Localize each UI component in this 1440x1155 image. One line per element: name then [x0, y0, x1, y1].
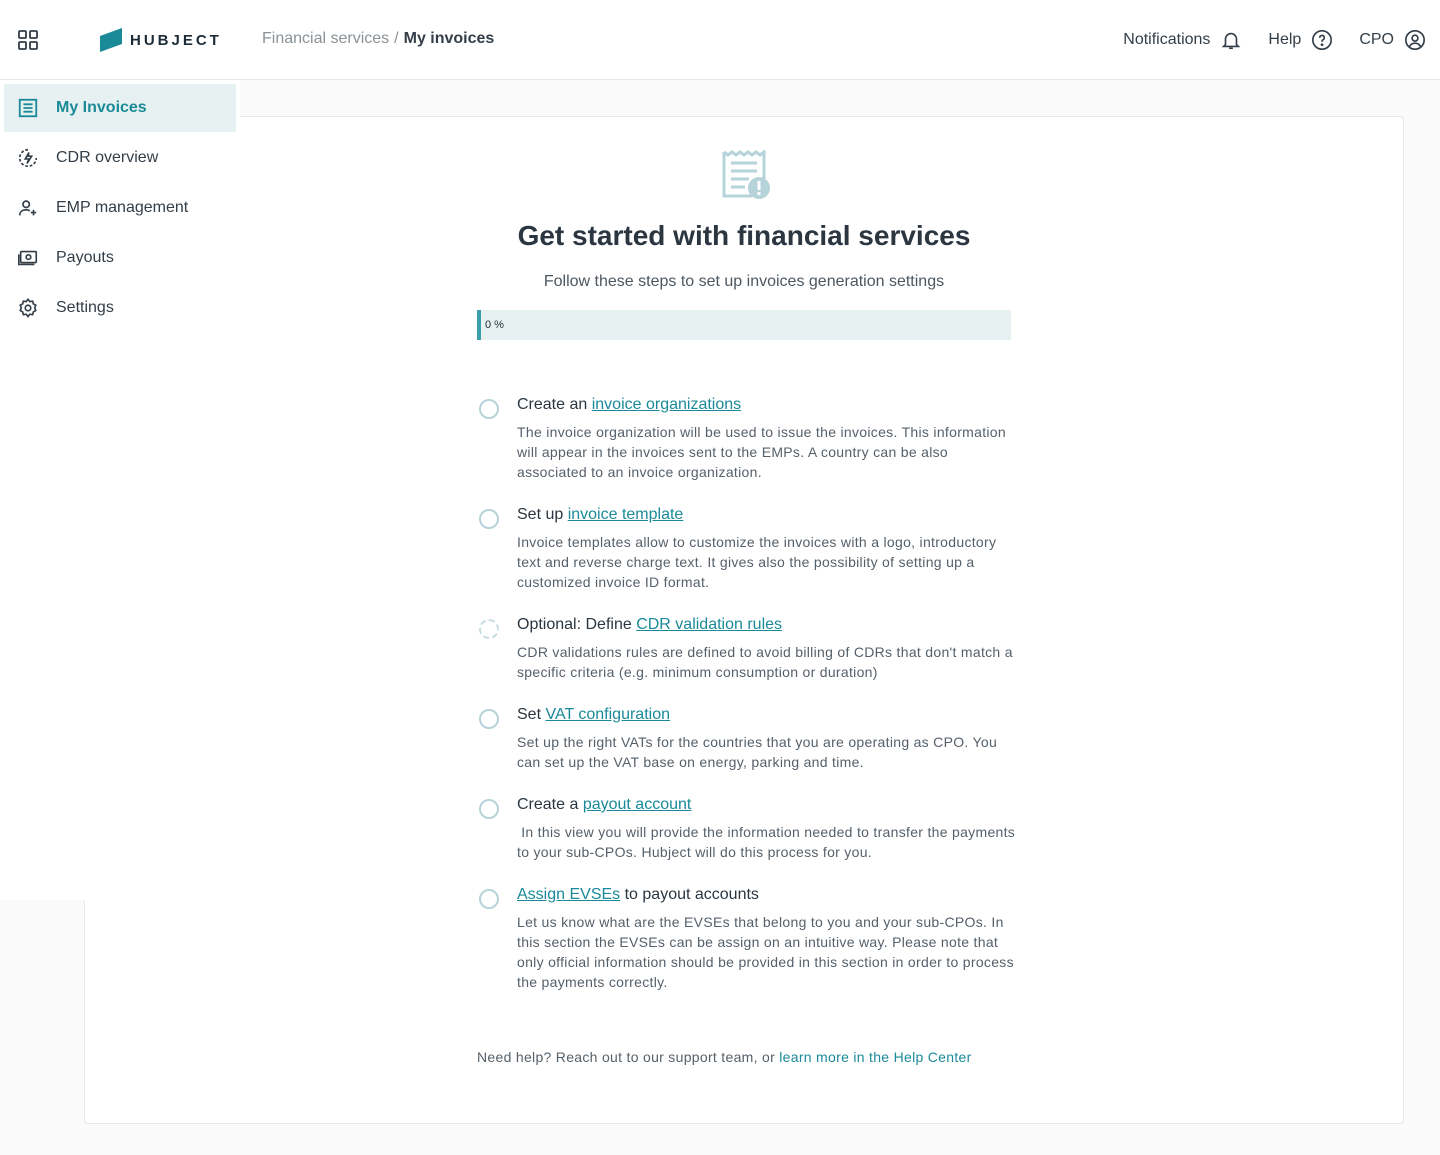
question-circle-icon	[1312, 30, 1333, 50]
cdr-validation-rules-link[interactable]: CDR validation rules	[636, 616, 782, 633]
step-title-prefix: Set	[517, 706, 546, 723]
step-title: Assign EVSEs to payout accounts	[517, 886, 759, 904]
invoice-alert-icon	[722, 149, 772, 202]
step-status-circle-icon[interactable]	[479, 399, 499, 419]
breadcrumb-current: My invoices	[403, 30, 495, 47]
step-title: Create an invoice organizations	[517, 396, 741, 414]
logo-text: HUBJECT	[130, 31, 222, 49]
step-title-prefix: Create a	[517, 796, 583, 813]
step-status-circle-icon[interactable]	[479, 509, 499, 529]
sidebar-item-label: CDR overview	[56, 149, 159, 166]
user-label: CPO	[1359, 31, 1394, 48]
sidebar-item-label: Payouts	[56, 249, 114, 266]
step-title: Optional: Define CDR validation rules	[517, 616, 782, 634]
step-description: Invoice templates allow to customize the…	[517, 534, 997, 590]
user-circle-icon	[1405, 30, 1425, 50]
breadcrumb-parent[interactable]: Financial services	[262, 30, 389, 48]
cash-icon	[16, 246, 40, 270]
sidebar-item-label: EMP management	[56, 199, 189, 216]
step-title-prefix: Optional: Define	[517, 616, 637, 633]
help-center-link[interactable]: learn more in the Help Center	[779, 1049, 971, 1065]
invoice-list-icon	[16, 96, 40, 120]
sidebar-item-payouts[interactable]: Payouts	[4, 234, 236, 282]
top-header: HUBJECT Financial services / My invoices…	[0, 0, 1440, 80]
step-description: Let us know what are the EVSEs that belo…	[517, 914, 1014, 990]
step-title: Set VAT configuration	[517, 706, 670, 724]
progress-text: 0 %	[485, 319, 504, 331]
step-title-suffix: to payout accounts	[620, 886, 759, 903]
sidebar-item-settings[interactable]: Settings	[4, 284, 236, 332]
step-title: Create a payout account	[517, 796, 691, 814]
step-title-prefix: Create an	[517, 396, 592, 413]
step-optional-circle-icon[interactable]	[479, 619, 499, 639]
setup-progress-bar: 0 %	[477, 310, 1011, 340]
gear-icon	[16, 296, 40, 320]
step-description: CDR validations rules are defined to avo…	[517, 644, 1013, 680]
user-menu-button[interactable]: CPO	[1359, 29, 1426, 51]
assign-evses-link[interactable]: Assign EVSEs	[517, 886, 620, 903]
header-actions: Notifications Help CPO	[1097, 26, 1426, 54]
help-footer: Need help? Reach out to our support team…	[477, 1049, 972, 1065]
step-title: Set up invoice template	[517, 506, 683, 524]
invoice-organizations-link[interactable]: invoice organizations	[592, 396, 741, 413]
step-status-circle-icon[interactable]	[479, 799, 499, 819]
sidebar-item-label: My Invoices	[56, 99, 147, 116]
payout-account-link[interactable]: payout account	[583, 796, 692, 813]
bell-icon	[1222, 32, 1241, 50]
step-status-circle-icon[interactable]	[479, 889, 499, 909]
step-title-prefix: Set up	[517, 506, 568, 523]
breadcrumb-separator: /	[394, 30, 399, 47]
help-button[interactable]: Help	[1268, 29, 1333, 51]
app-grid-icon[interactable]	[16, 28, 40, 52]
sidebar: My Invoices CDR overview EMP management …	[0, 80, 240, 900]
breadcrumb: Financial services / My invoices	[262, 30, 494, 48]
step-description: In this view you will provide the inform…	[517, 824, 1016, 860]
help-text: Need help? Reach out to our support team…	[477, 1049, 780, 1065]
sidebar-item-emp-management[interactable]: EMP management	[4, 184, 236, 232]
charging-gauge-icon	[16, 146, 40, 170]
sidebar-item-label: Settings	[56, 299, 114, 316]
sidebar-item-my-invoices[interactable]: My Invoices	[4, 84, 236, 132]
notifications-label: Notifications	[1123, 31, 1211, 48]
step-description: The invoice organization will be used to…	[517, 424, 1006, 480]
invoice-template-link[interactable]: invoice template	[568, 506, 684, 523]
notifications-button[interactable]: Notifications	[1123, 29, 1242, 51]
sidebar-item-cdr-overview[interactable]: CDR overview	[4, 134, 236, 182]
help-label: Help	[1268, 31, 1302, 48]
step-description: Set up the right VATs for the countries …	[517, 734, 998, 770]
hubject-logo[interactable]: HUBJECT	[100, 27, 222, 53]
hubject-logo-mark-icon	[100, 28, 122, 52]
user-add-icon	[16, 196, 40, 220]
vat-configuration-link[interactable]: VAT configuration	[545, 706, 670, 723]
step-status-circle-icon[interactable]	[479, 709, 499, 729]
